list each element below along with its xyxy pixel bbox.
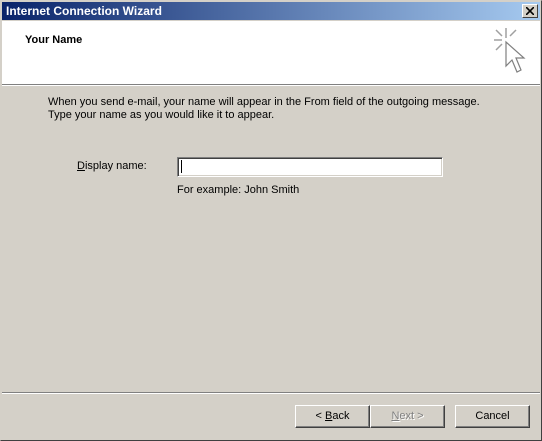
back-button[interactable]: < Back <box>295 405 370 428</box>
header-divider-highlight <box>2 85 540 86</box>
wizard-window: Internet Connection Wizard Your Name Whe… <box>0 0 542 441</box>
close-button[interactable] <box>522 4 538 18</box>
display-name-accelerator: D <box>77 160 85 172</box>
window-title: Internet Connection Wizard <box>6 4 162 18</box>
footer-divider-highlight <box>2 393 540 394</box>
display-name-label-text: isplay name: <box>84 160 147 172</box>
title-bar[interactable]: Internet Connection Wizard <box>2 2 540 20</box>
display-name-label: Display name: <box>77 160 147 172</box>
wizard-cursor-icon <box>494 28 526 73</box>
close-icon <box>526 7 534 15</box>
description-line-1: When you send e-mail, your name will app… <box>48 96 480 108</box>
description: When you send e-mail, your name will app… <box>48 96 508 122</box>
wizard-header: Your Name <box>2 21 540 84</box>
next-label: ext > <box>399 410 424 422</box>
example-hint: For example: John Smith <box>177 184 300 196</box>
display-name-input[interactable] <box>177 157 443 177</box>
back-label: ack <box>332 410 350 422</box>
page-title: Your Name <box>25 34 83 46</box>
cancel-button[interactable]: Cancel <box>455 405 530 428</box>
back-prefix: < <box>315 410 325 422</box>
description-line-2: Type your name as you would like it to a… <box>48 109 275 121</box>
next-button[interactable]: Next > <box>370 405 445 428</box>
text-caret <box>181 160 182 173</box>
